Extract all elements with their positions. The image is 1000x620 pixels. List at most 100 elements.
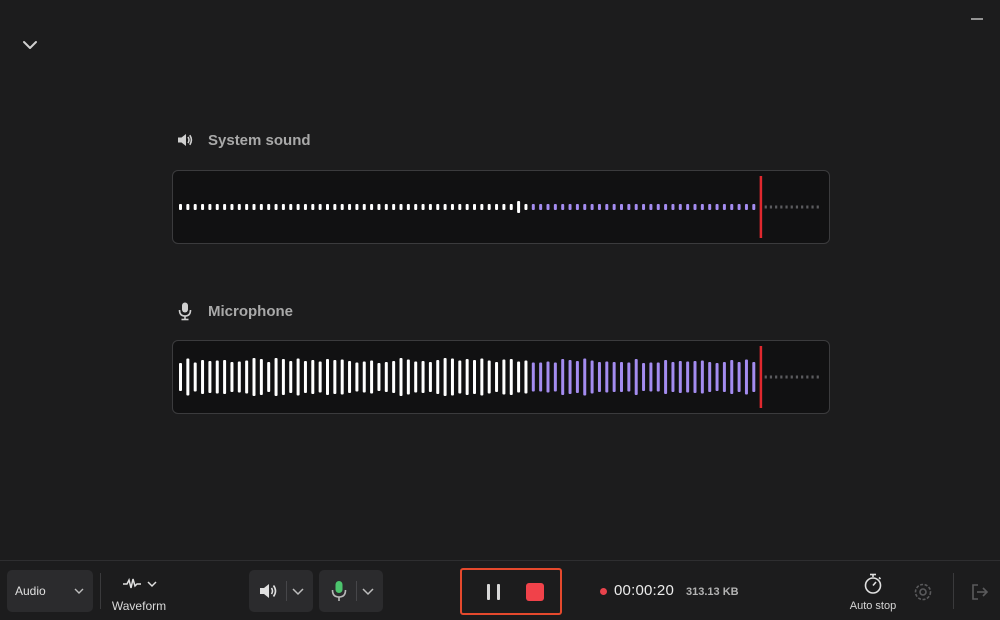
waveform-bar — [333, 204, 337, 210]
waveform-pending-dot — [785, 375, 788, 379]
waveform-pending-dot — [801, 375, 804, 379]
microphone-label: Microphone — [176, 301, 293, 321]
bottom-toolbar: Audio Waveform 00:00:20 313.13 KB Auto s… — [0, 560, 1000, 620]
waveform-bar — [377, 204, 381, 210]
exit-button[interactable] — [969, 582, 991, 607]
stopwatch-icon — [864, 573, 882, 594]
system-sound-toggle[interactable] — [249, 570, 313, 612]
waveform-bar — [686, 204, 690, 210]
waveform-bar — [362, 204, 366, 210]
waveform-bar — [230, 362, 234, 392]
waveform-pending-dot — [801, 205, 804, 209]
waveform-bar — [553, 204, 557, 210]
chevron-down-icon[interactable] — [291, 586, 305, 596]
waveform-pending-dot — [795, 375, 799, 379]
auto-stop-button[interactable]: Auto stop — [846, 573, 900, 617]
waveform-bar — [252, 358, 256, 396]
waveform-pending-dot — [775, 375, 778, 379]
waveform-bar — [245, 204, 249, 210]
waveform-bar — [326, 359, 329, 395]
chevron-down-icon[interactable] — [361, 586, 375, 596]
waveform-pending-dot — [764, 205, 767, 209]
minimize-button[interactable] — [968, 10, 986, 24]
waveform-bar — [362, 361, 366, 393]
waveform-bar — [436, 204, 440, 210]
waveform-graph — [179, 346, 819, 408]
waveform-bar — [193, 362, 197, 392]
waveform-bar — [296, 358, 300, 396]
waveform-bar — [223, 204, 227, 210]
recording-controls-highlight — [460, 568, 562, 615]
waveform-bar — [267, 362, 271, 392]
waveform-bar — [627, 362, 631, 392]
waveform-bar — [524, 204, 528, 210]
waveform-bar — [642, 204, 646, 210]
microphone-toggle[interactable] — [319, 570, 383, 612]
waveform-bar — [443, 358, 447, 396]
waveform-bar — [399, 204, 403, 210]
waveform-bar — [208, 361, 212, 393]
waveform-bar — [568, 204, 572, 210]
waveform-bar — [612, 362, 616, 392]
stop-button[interactable] — [526, 583, 544, 601]
waveform-bar — [355, 362, 359, 392]
waveform-bar — [281, 359, 285, 395]
waveform-bar — [744, 204, 748, 210]
waveform-bar — [480, 204, 484, 210]
waveform-bar — [421, 361, 425, 393]
waveform-bar — [215, 204, 219, 210]
waveform-bar — [215, 360, 219, 394]
waveform-label: Waveform — [111, 599, 167, 613]
waveform-bar — [664, 204, 668, 210]
waveform-bar — [487, 204, 491, 210]
waveform-bar — [384, 204, 388, 210]
waveform-bar — [605, 204, 609, 210]
waveform-bar — [605, 361, 609, 393]
waveform-bar — [384, 362, 388, 392]
waveform-pending-dot — [790, 205, 793, 209]
waveform-bar — [700, 360, 704, 394]
waveform-bar — [539, 362, 543, 392]
waveform-bar — [737, 204, 741, 210]
mode-select[interactable]: Audio — [7, 570, 93, 612]
waveform-bar — [274, 358, 278, 396]
waveform-bar — [700, 204, 704, 210]
track-label-text: Microphone — [208, 302, 293, 320]
settings-button[interactable] — [912, 581, 934, 608]
microphone-icon — [331, 581, 347, 601]
waveform-view-button[interactable]: Waveform — [108, 573, 170, 615]
chevron-down-icon — [147, 581, 157, 588]
waveform-bar — [590, 204, 594, 210]
waveform-bar — [259, 359, 263, 395]
waveform-bar — [502, 359, 506, 395]
waveform-bar — [509, 359, 513, 395]
waveform-bar — [370, 204, 374, 210]
gear-icon — [914, 583, 932, 601]
waveform-bar — [208, 204, 212, 210]
chevron-down-icon — [74, 588, 84, 594]
waveform-bar — [458, 204, 462, 210]
waveform-bar — [186, 358, 190, 396]
pause-button[interactable] — [484, 581, 504, 603]
waveform-pending-dot — [769, 375, 773, 379]
waveform-bar — [223, 360, 227, 394]
waveform-pending-dot — [816, 375, 819, 379]
playhead — [759, 346, 763, 408]
waveform-bar — [252, 204, 256, 210]
collapse-button[interactable] — [20, 36, 40, 54]
waveform-bar — [656, 204, 660, 210]
playhead — [759, 176, 763, 238]
waveform-pending-dot — [764, 375, 767, 379]
waveform-bar — [730, 360, 734, 394]
waveform-bar — [296, 204, 300, 210]
waveform-bar — [634, 204, 638, 210]
waveform-bar — [267, 204, 271, 210]
waveform-bar — [752, 362, 756, 392]
waveform-bar — [333, 360, 337, 394]
waveform-bar — [436, 360, 440, 394]
waveform-bar — [517, 361, 521, 393]
waveform-bar — [355, 204, 359, 210]
waveform-bar — [237, 361, 241, 393]
waveform-bar — [517, 201, 521, 213]
waveform-bar — [678, 204, 682, 210]
